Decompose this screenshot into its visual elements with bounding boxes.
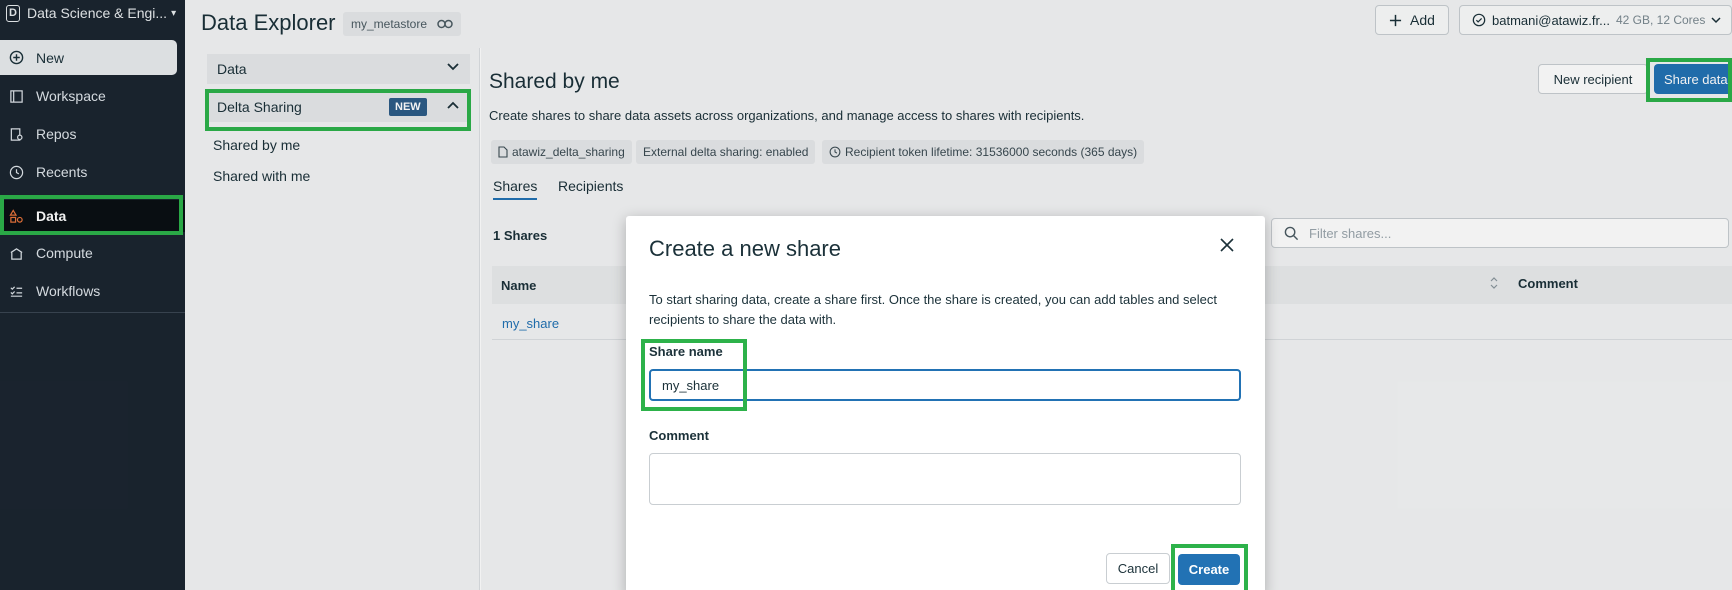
create-button[interactable]: Create	[1178, 554, 1240, 585]
share-name-label: Share name	[649, 344, 723, 359]
create-share-dialog: Create a new share To start sharing data…	[626, 216, 1265, 590]
dialog-description: To start sharing data, create a share fi…	[649, 292, 1217, 327]
comment-textarea[interactable]	[649, 453, 1241, 505]
close-icon[interactable]	[1220, 238, 1234, 252]
share-name-value: my_share	[662, 377, 720, 393]
dialog-title: Create a new share	[649, 236, 841, 261]
share-name-input[interactable]: my_share	[649, 369, 1241, 401]
cancel-button[interactable]: Cancel	[1106, 553, 1170, 584]
comment-label: Comment	[649, 428, 709, 443]
